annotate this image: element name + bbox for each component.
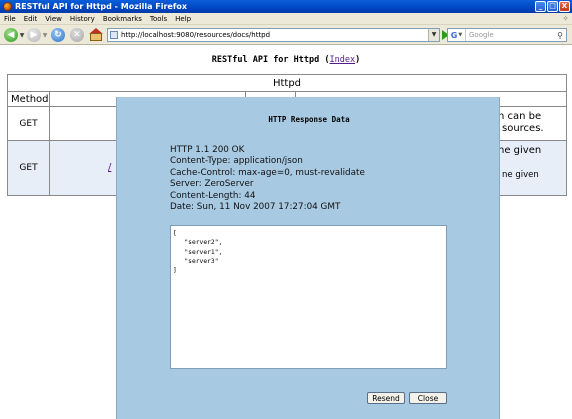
header-date: Date: Sun, 11 Nov 2007 17:27:04 GMT bbox=[170, 202, 341, 213]
navigation-toolbar: ◀ ▼ ▶ ▼ ↻ ✕ http://localhost:9080/resour… bbox=[0, 25, 572, 45]
search-icon[interactable]: ⚲ bbox=[554, 31, 566, 40]
index-link[interactable]: Index bbox=[330, 55, 356, 65]
reload-button[interactable]: ↻ bbox=[51, 28, 65, 42]
menu-bar: File Edit View History Bookmarks Tools H… bbox=[0, 13, 572, 25]
search-box[interactable]: G ▼ Google ⚲ bbox=[447, 28, 567, 42]
menu-tools[interactable]: Tools bbox=[150, 15, 167, 23]
resource-link-fragment[interactable]: / bbox=[108, 162, 111, 173]
response-body-textarea[interactable]: [ "server2", "server1", "server3" ] bbox=[170, 225, 447, 369]
method-cell: GET bbox=[7, 106, 50, 141]
window-title: RESTful API for Httpd - Mozilla Firefox bbox=[15, 2, 187, 11]
response-dialog: HTTP Response Data HTTP 1.1 200 OK Conte… bbox=[116, 97, 500, 419]
header-content-type: Content-Type: application/json bbox=[170, 156, 303, 167]
close-button[interactable]: Close bbox=[409, 392, 447, 404]
forward-history-dropdown-icon[interactable]: ▼ bbox=[42, 31, 48, 39]
menu-history[interactable]: History bbox=[70, 15, 95, 23]
menu-file[interactable]: File bbox=[4, 15, 16, 23]
home-button[interactable] bbox=[89, 28, 103, 42]
throbber-icon: ✧ bbox=[562, 14, 569, 23]
url-text: http://localhost:9080/resources/docs/htt… bbox=[121, 31, 271, 39]
search-engine-selector[interactable]: G ▼ bbox=[448, 29, 466, 41]
header-cache-control: Cache-Control: max-age=0, must-revalidat… bbox=[170, 167, 365, 178]
stop-button[interactable]: ✕ bbox=[70, 28, 84, 42]
header-content-length: Content-Length: 44 bbox=[170, 190, 256, 201]
column-header-method: Method bbox=[7, 91, 50, 107]
google-icon: G bbox=[450, 30, 458, 40]
description-fragment: ne given bbox=[502, 170, 539, 180]
response-headers: HTTP 1.1 200 OK Content-Type: applicatio… bbox=[170, 145, 365, 213]
description-fragment: n can be bbox=[498, 111, 542, 122]
firefox-icon bbox=[3, 2, 12, 11]
status-line: HTTP 1.1 200 OK bbox=[170, 145, 245, 155]
url-dropdown-icon[interactable]: ▼ bbox=[428, 29, 439, 41]
page-title: RESTful API for Httpd (Index) bbox=[211, 55, 361, 65]
menu-view[interactable]: View bbox=[45, 15, 62, 23]
resend-button[interactable]: Resend bbox=[367, 392, 405, 404]
url-bar[interactable]: http://localhost:9080/resources/docs/htt… bbox=[107, 28, 440, 42]
page-favicon-icon bbox=[110, 31, 118, 39]
menu-edit[interactable]: Edit bbox=[24, 15, 38, 23]
header-server: Server: ZeroServer bbox=[170, 179, 254, 190]
maximize-button[interactable]: □ bbox=[547, 1, 558, 12]
description-fragment: sources. bbox=[502, 123, 544, 134]
back-history-dropdown-icon[interactable]: ▼ bbox=[19, 31, 25, 39]
method-cell: GET bbox=[7, 140, 50, 196]
menu-help[interactable]: Help bbox=[175, 15, 191, 23]
close-window-button[interactable]: X bbox=[559, 1, 570, 12]
minimize-button[interactable]: _ bbox=[535, 1, 546, 12]
back-button[interactable]: ◀ bbox=[4, 28, 18, 42]
search-input[interactable]: Google bbox=[466, 31, 554, 39]
forward-button[interactable]: ▶ bbox=[27, 28, 41, 42]
window-titlebar: RESTful API for Httpd - Mozilla Firefox … bbox=[0, 0, 572, 13]
description-fragment: he given bbox=[498, 145, 542, 156]
menu-bookmarks[interactable]: Bookmarks bbox=[103, 15, 142, 23]
table-caption: Httpd bbox=[7, 74, 567, 92]
dialog-title: HTTP Response Data bbox=[268, 115, 350, 124]
